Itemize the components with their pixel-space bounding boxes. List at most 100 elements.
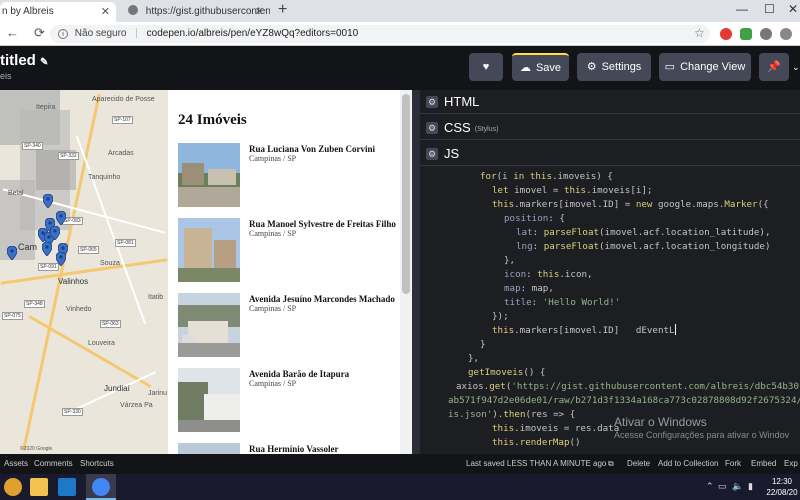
property-street: Avenida Jesuíno Marcondes Machado (249, 294, 395, 304)
property-city: Campinas / SP (249, 154, 297, 163)
address-bar[interactable]: i Não seguro | codepen.io/albreis/pen/eY… (50, 25, 710, 43)
pencil-icon[interactable]: ✎ (40, 57, 48, 68)
star-icon[interactable]: ☆ (694, 26, 705, 40)
delete-button[interactable]: Delete (627, 454, 650, 474)
property-photo[interactable] (178, 293, 240, 357)
tab-gist[interactable]: https://gist.githubusercontent.co ✕ (120, 2, 270, 22)
preview-scrollbar[interactable] (400, 90, 412, 454)
map-label: Valinhos (58, 277, 89, 286)
extension-icon[interactable] (740, 28, 752, 40)
js-panel-header[interactable]: ⚙ JS (420, 142, 800, 166)
map-marker-icon[interactable] (42, 242, 52, 256)
close-icon[interactable]: ✕ (255, 2, 264, 22)
maximize-icon[interactable]: ☐ (764, 2, 775, 16)
property-street: Avenida Barão de Itapura (249, 369, 350, 379)
settings-button[interactable]: ⚙ Settings (577, 53, 651, 81)
route-shield: SP-340 (22, 142, 43, 150)
map-marker-icon[interactable] (7, 246, 17, 260)
chevron-down-icon[interactable]: ⌄ (792, 62, 800, 73)
map[interactable]: Itepira Aparecido de Posse Arcadas Tanqu… (0, 90, 168, 454)
property-street: Rua Luciana Von Zuben Corvini (249, 144, 376, 154)
info-icon[interactable]: i (58, 29, 68, 39)
comments-button[interactable]: Comments (34, 454, 73, 474)
minimize-icon[interactable]: — (736, 2, 748, 16)
address-toolbar: ← ⟳ i Não seguro | codepen.io/albreis/pe… (0, 22, 800, 46)
heart-button[interactable]: ♥ (469, 53, 503, 81)
editor-gutter (420, 166, 430, 454)
tab-codepen[interactable]: n by Albreis ✕ (0, 2, 116, 22)
pen-title[interactable]: titled ✎ (0, 52, 48, 69)
css-panel-header[interactable]: ⚙ CSS (Stylus) (420, 116, 800, 140)
list-item[interactable]: Rua Hermínio Vassoler (178, 443, 400, 454)
html-panel-header[interactable]: ⚙ HTML (420, 90, 800, 114)
close-window-icon[interactable]: ✕ (788, 2, 798, 16)
volume-icon[interactable]: 🔈 (732, 481, 743, 492)
code-line: lat: parseFloat(imovel.acf.location_lati… (516, 227, 771, 238)
list-item[interactable]: Avenida Barão de Itapura Campinas / SP (178, 368, 400, 432)
taskbar-active-app[interactable] (86, 474, 116, 500)
external-link-icon[interactable]: ⧉ (608, 454, 614, 474)
add-to-collection-button[interactable]: Add to Collection (658, 454, 718, 474)
property-photo[interactable] (178, 368, 240, 432)
assets-button[interactable]: Assets (4, 454, 28, 474)
embed-button[interactable]: Embed (751, 454, 776, 474)
code-line: axios.get('https://gist.githubuserconten… (456, 381, 800, 392)
pin-button[interactable]: 📌 (759, 53, 789, 81)
property-address: Avenida Barão de Itapura Campinas / SP (249, 369, 399, 389)
vscode-icon[interactable] (58, 478, 76, 496)
profile-icon[interactable] (780, 28, 792, 40)
list-item[interactable]: Avenida Jesuíno Marcondes Machado Campin… (178, 293, 400, 357)
code-line: ab571f947d2e06de01/raw/b271d3f1334a168ca… (448, 395, 800, 406)
change-view-label: Change View (680, 61, 746, 73)
save-label: Save (535, 62, 562, 74)
activation-watermark-title: Ativar o Windows (614, 415, 707, 429)
back-icon[interactable]: ← (6, 25, 19, 40)
scrollbar-thumb[interactable] (402, 94, 410, 294)
user-icon[interactable] (4, 478, 22, 496)
new-tab-button[interactable]: + (278, 1, 287, 19)
property-street: Rua Manoel Sylvestre de Freitas Filho (249, 219, 396, 229)
system-clock[interactable]: 12:30 22/08/20 (762, 476, 800, 498)
pen-owner[interactable]: eis (0, 71, 12, 81)
map-label: Tanquinho (88, 174, 121, 181)
property-photo[interactable] (178, 218, 240, 282)
list-item[interactable]: Rua Luciana Von Zuben Corvini Campinas /… (178, 143, 400, 207)
export-button[interactable]: Exp (784, 454, 798, 474)
fork-button[interactable]: Fork (725, 454, 741, 474)
code-line: } (480, 339, 486, 350)
map-marker-icon[interactable] (43, 194, 53, 208)
save-button[interactable]: ☁ Save (512, 53, 569, 81)
html-panel-label: HTML (444, 94, 480, 109)
reload-icon[interactable]: ⟳ (34, 25, 45, 41)
gear-icon[interactable]: ⚙ (426, 122, 438, 134)
last-saved-status: Last saved LESS THAN A MINUTE ago (466, 459, 607, 468)
pin-icon: 📌 (767, 61, 781, 73)
gear-icon[interactable]: ⚙ (426, 148, 438, 160)
property-address: Avenida Jesuíno Marcondes Machado Campin… (249, 294, 399, 314)
chevron-up-icon[interactable]: ⌃ (706, 481, 714, 492)
map-label: Itatib (148, 294, 164, 301)
map-label: Várzea Pa (120, 402, 153, 409)
property-photo[interactable] (178, 143, 240, 207)
clock-time: 12:30 (771, 477, 793, 486)
folder-icon[interactable] (30, 478, 48, 496)
close-icon[interactable]: ✕ (101, 2, 110, 22)
gear-icon[interactable]: ⚙ (426, 96, 438, 108)
change-view-button[interactable]: ▭ Change View (659, 53, 751, 81)
battery-icon[interactable]: ▮ (748, 481, 753, 492)
extension-icon[interactable] (720, 28, 732, 40)
extension-icon[interactable] (760, 28, 772, 40)
js-code-editor[interactable]: for(i in this.imoveis) { let imovel = th… (420, 166, 800, 454)
map-label: Aparecido de Posse (92, 96, 155, 103)
code-line: map: map, (504, 283, 554, 294)
pane-resize-handle[interactable] (412, 90, 420, 454)
list-item[interactable]: Rua Manoel Sylvestre de Freitas Filho Ca… (178, 218, 400, 282)
property-address: Rua Luciana Von Zuben Corvini Campinas /… (249, 144, 399, 164)
map-marker-icon[interactable] (50, 226, 60, 240)
map-marker-icon[interactable] (56, 211, 66, 225)
network-icon[interactable]: ▭ (718, 481, 727, 492)
windows-taskbar: ⌃ ▭ 🔈 ▮ 12:30 22/08/20 (0, 474, 800, 500)
shortcuts-button[interactable]: Shortcuts (80, 454, 114, 474)
property-photo[interactable] (178, 443, 240, 454)
map-marker-icon[interactable] (56, 252, 66, 266)
